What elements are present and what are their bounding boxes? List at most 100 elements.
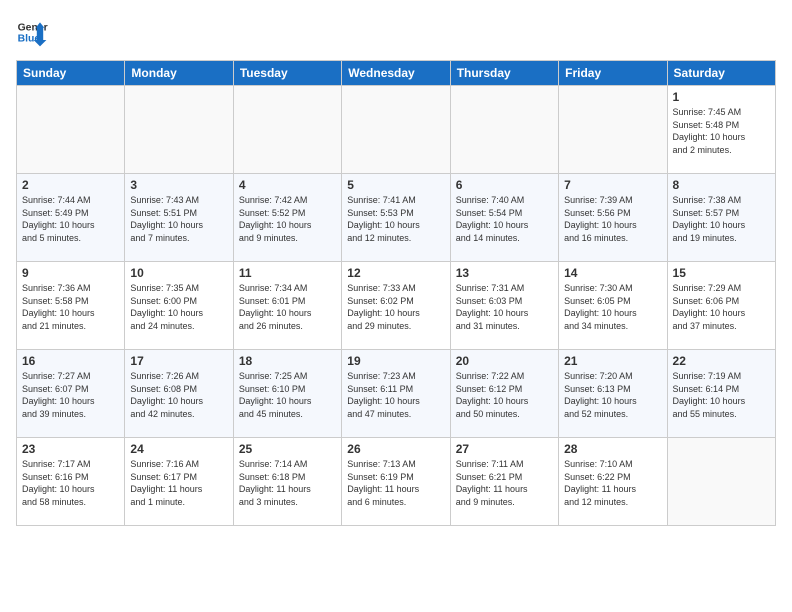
calendar-cell (233, 86, 341, 174)
header: General Blue (16, 16, 776, 48)
day-number: 8 (673, 178, 770, 192)
day-info: Sunrise: 7:22 AM Sunset: 6:12 PM Dayligh… (456, 370, 553, 420)
weekday-header-thursday: Thursday (450, 61, 558, 86)
calendar-cell: 10 Sunrise: 7:35 AM Sunset: 6:00 PM Dayli… (125, 262, 233, 350)
calendar-cell: 12 Sunrise: 7:33 AM Sunset: 6:02 PM Dayli… (342, 262, 450, 350)
day-number: 28 (564, 442, 661, 456)
day-number: 18 (239, 354, 336, 368)
day-info: Sunrise: 7:27 AM Sunset: 6:07 PM Dayligh… (22, 370, 119, 420)
calendar-cell: 14 Sunrise: 7:30 AM Sunset: 6:05 PM Dayli… (559, 262, 667, 350)
day-info: Sunrise: 7:26 AM Sunset: 6:08 PM Dayligh… (130, 370, 227, 420)
day-number: 7 (564, 178, 661, 192)
weekday-header-saturday: Saturday (667, 61, 775, 86)
calendar-cell: 11Sunrise: 7:34 AM Sunset: 6:01 PM Dayli… (233, 262, 341, 350)
weekday-header-wednesday: Wednesday (342, 61, 450, 86)
calendar-cell (450, 86, 558, 174)
calendar-cell: 27Sunrise: 7:11 AM Sunset: 6:21 PM Dayli… (450, 438, 558, 526)
day-number: 22 (673, 354, 770, 368)
calendar-cell: 23 Sunrise: 7:17 AM Sunset: 6:16 PM Dayli… (17, 438, 125, 526)
calendar-cell: 9 Sunrise: 7:36 AM Sunset: 5:58 PM Daylig… (17, 262, 125, 350)
weekday-header-tuesday: Tuesday (233, 61, 341, 86)
calendar-cell: 1 Sunrise: 7:45 AM Sunset: 5:48 PM Daylig… (667, 86, 775, 174)
day-number: 12 (347, 266, 444, 280)
day-info: Sunrise: 7:14 AM Sunset: 6:18 PM Dayligh… (239, 458, 336, 508)
day-number: 17 (130, 354, 227, 368)
day-number: 20 (456, 354, 553, 368)
day-number: 23 (22, 442, 119, 456)
calendar-cell: 7 Sunrise: 7:39 AM Sunset: 5:56 PM Daylig… (559, 174, 667, 262)
day-number: 24 (130, 442, 227, 456)
calendar-cell (17, 86, 125, 174)
day-number: 14 (564, 266, 661, 280)
calendar-cell: 6Sunrise: 7:40 AM Sunset: 5:54 PM Daylig… (450, 174, 558, 262)
logo-icon: General Blue (16, 16, 48, 48)
day-number: 9 (22, 266, 119, 280)
day-number: 27 (456, 442, 553, 456)
svg-text:General: General (18, 22, 48, 33)
calendar-cell: 16 Sunrise: 7:27 AM Sunset: 6:07 PM Dayli… (17, 350, 125, 438)
calendar-cell (559, 86, 667, 174)
day-info: Sunrise: 7:29 AM Sunset: 6:06 PM Dayligh… (673, 282, 770, 332)
day-info: Sunrise: 7:30 AM Sunset: 6:05 PM Dayligh… (564, 282, 661, 332)
calendar-cell: 21 Sunrise: 7:20 AM Sunset: 6:13 PM Dayli… (559, 350, 667, 438)
calendar-cell: 17 Sunrise: 7:26 AM Sunset: 6:08 PM Dayli… (125, 350, 233, 438)
calendar-cell: 4 Sunrise: 7:42 AM Sunset: 5:52 PM Daylig… (233, 174, 341, 262)
day-number: 16 (22, 354, 119, 368)
day-number: 19 (347, 354, 444, 368)
day-info: Sunrise: 7:19 AM Sunset: 6:14 PM Dayligh… (673, 370, 770, 420)
week-row-1: 1 Sunrise: 7:45 AM Sunset: 5:48 PM Daylig… (17, 86, 776, 174)
day-number: 11 (239, 266, 336, 280)
calendar-cell: 26 Sunrise: 7:13 AM Sunset: 6:19 PM Dayli… (342, 438, 450, 526)
day-number: 3 (130, 178, 227, 192)
day-info: Sunrise: 7:36 AM Sunset: 5:58 PM Dayligh… (22, 282, 119, 332)
day-info: Sunrise: 7:20 AM Sunset: 6:13 PM Dayligh… (564, 370, 661, 420)
calendar-cell: 28Sunrise: 7:10 AM Sunset: 6:22 PM Dayli… (559, 438, 667, 526)
calendar-cell (125, 86, 233, 174)
calendar-cell (342, 86, 450, 174)
day-number: 5 (347, 178, 444, 192)
calendar-cell: 22 Sunrise: 7:19 AM Sunset: 6:14 PM Dayli… (667, 350, 775, 438)
day-info: Sunrise: 7:33 AM Sunset: 6:02 PM Dayligh… (347, 282, 444, 332)
day-info: Sunrise: 7:13 AM Sunset: 6:19 PM Dayligh… (347, 458, 444, 508)
day-number: 1 (673, 90, 770, 104)
day-number: 10 (130, 266, 227, 280)
week-row-2: 2 Sunrise: 7:44 AM Sunset: 5:49 PM Daylig… (17, 174, 776, 262)
calendar-cell: 19 Sunrise: 7:23 AM Sunset: 6:11 PM Dayli… (342, 350, 450, 438)
calendar-cell: 20 Sunrise: 7:22 AM Sunset: 6:12 PM Dayli… (450, 350, 558, 438)
calendar-cell: 24 Sunrise: 7:16 AM Sunset: 6:17 PM Dayli… (125, 438, 233, 526)
day-info: Sunrise: 7:31 AM Sunset: 6:03 PM Dayligh… (456, 282, 553, 332)
calendar-cell: 3 Sunrise: 7:43 AM Sunset: 5:51 PM Daylig… (125, 174, 233, 262)
weekday-header-row: SundayMondayTuesdayWednesdayThursdayFrid… (17, 61, 776, 86)
day-number: 6 (456, 178, 553, 192)
calendar-cell: 5 Sunrise: 7:41 AM Sunset: 5:53 PM Daylig… (342, 174, 450, 262)
weekday-header-monday: Monday (125, 61, 233, 86)
day-info: Sunrise: 7:44 AM Sunset: 5:49 PM Dayligh… (22, 194, 119, 244)
day-info: Sunrise: 7:42 AM Sunset: 5:52 PM Dayligh… (239, 194, 336, 244)
day-info: Sunrise: 7:45 AM Sunset: 5:48 PM Dayligh… (673, 106, 770, 156)
calendar-cell: 8 Sunrise: 7:38 AM Sunset: 5:57 PM Daylig… (667, 174, 775, 262)
day-number: 4 (239, 178, 336, 192)
week-row-5: 23 Sunrise: 7:17 AM Sunset: 6:16 PM Dayli… (17, 438, 776, 526)
day-info: Sunrise: 7:38 AM Sunset: 5:57 PM Dayligh… (673, 194, 770, 244)
day-info: Sunrise: 7:35 AM Sunset: 6:00 PM Dayligh… (130, 282, 227, 332)
calendar-cell: 13Sunrise: 7:31 AM Sunset: 6:03 PM Dayli… (450, 262, 558, 350)
calendar-cell (667, 438, 775, 526)
day-number: 25 (239, 442, 336, 456)
day-info: Sunrise: 7:17 AM Sunset: 6:16 PM Dayligh… (22, 458, 119, 508)
calendar: SundayMondayTuesdayWednesdayThursdayFrid… (16, 60, 776, 526)
day-info: Sunrise: 7:23 AM Sunset: 6:11 PM Dayligh… (347, 370, 444, 420)
day-number: 2 (22, 178, 119, 192)
calendar-cell: 18 Sunrise: 7:25 AM Sunset: 6:10 PM Dayli… (233, 350, 341, 438)
day-info: Sunrise: 7:41 AM Sunset: 5:53 PM Dayligh… (347, 194, 444, 244)
week-row-3: 9 Sunrise: 7:36 AM Sunset: 5:58 PM Daylig… (17, 262, 776, 350)
weekday-header-sunday: Sunday (17, 61, 125, 86)
day-number: 15 (673, 266, 770, 280)
day-number: 26 (347, 442, 444, 456)
day-info: Sunrise: 7:43 AM Sunset: 5:51 PM Dayligh… (130, 194, 227, 244)
day-info: Sunrise: 7:16 AM Sunset: 6:17 PM Dayligh… (130, 458, 227, 508)
week-row-4: 16 Sunrise: 7:27 AM Sunset: 6:07 PM Dayli… (17, 350, 776, 438)
weekday-header-friday: Friday (559, 61, 667, 86)
day-info: Sunrise: 7:39 AM Sunset: 5:56 PM Dayligh… (564, 194, 661, 244)
day-number: 21 (564, 354, 661, 368)
day-info: Sunrise: 7:25 AM Sunset: 6:10 PM Dayligh… (239, 370, 336, 420)
